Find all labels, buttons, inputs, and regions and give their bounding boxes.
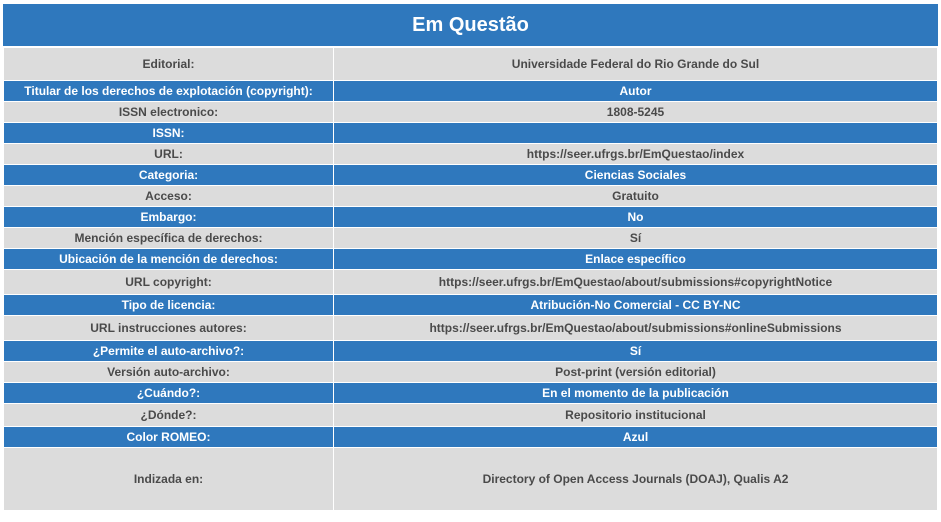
row-label: Ubicación de la mención de derechos: (3, 248, 334, 270)
row-label: Categoria: (3, 164, 334, 186)
row-label: Indizada en: (3, 447, 334, 511)
journal-info-panel: Em Questão Editorial: Universidade Feder… (3, 4, 938, 511)
row-value: https://seer.ufrgs.br/EmQuestao/about/su… (333, 315, 938, 341)
row-value: Repositorio institucional (333, 403, 938, 427)
row-value: https://seer.ufrgs.br/EmQuestao/about/su… (333, 269, 938, 295)
row-label: ISSN electronico: (3, 101, 334, 123)
row-label: Acceso: (3, 185, 334, 207)
row-label: ¿Cuándo?: (3, 382, 334, 404)
table-row: ¿Dónde?: Repositorio institucional (3, 403, 938, 427)
row-value: Azul (333, 426, 938, 448)
row-label: ¿Permite el auto-archivo?: (3, 340, 334, 362)
table-row: URL copyright: https://seer.ufrgs.br/EmQ… (3, 269, 938, 295)
table-row: URL instrucciones autores: https://seer.… (3, 315, 938, 341)
row-value: En el momento de la publicación (333, 382, 938, 404)
row-label: URL instrucciones autores: (3, 315, 334, 341)
row-value: Post-print (versión editorial) (333, 361, 938, 383)
row-label: Mención específica de derechos: (3, 227, 334, 249)
table-row: Titular de los derechos de explotación (… (3, 80, 938, 102)
row-value: Sí (333, 340, 938, 362)
row-label: Tipo de licencia: (3, 294, 334, 316)
row-value (333, 122, 938, 144)
journal-title: Em Questão (3, 4, 938, 47)
row-label: Titular de los derechos de explotación (… (3, 80, 334, 102)
journal-info-table: Editorial: Universidade Federal do Rio G… (3, 47, 938, 511)
row-value: Autor (333, 80, 938, 102)
row-value: 1808-5245 (333, 101, 938, 123)
table-row: Categoria: Ciencias Sociales (3, 164, 938, 186)
row-value: Gratuito (333, 185, 938, 207)
row-label: Color ROMEO: (3, 426, 334, 448)
table-row: Versión auto-archivo: Post-print (versió… (3, 361, 938, 383)
row-value: Ciencias Sociales (333, 164, 938, 186)
row-value: No (333, 206, 938, 228)
row-value: Directory of Open Access Journals (DOAJ)… (333, 447, 938, 511)
table-row: Mención específica de derechos: Sí (3, 227, 938, 249)
row-label: URL copyright: (3, 269, 334, 295)
table-row: ISSN electronico: 1808-5245 (3, 101, 938, 123)
table-row: Color ROMEO: Azul (3, 426, 938, 448)
table-row: Embargo: No (3, 206, 938, 228)
row-label: Embargo: (3, 206, 334, 228)
table-row: Indizada en: Directory of Open Access Jo… (3, 447, 938, 511)
row-value: Enlace específico (333, 248, 938, 270)
table-row: Acceso: Gratuito (3, 185, 938, 207)
row-label: URL: (3, 143, 334, 165)
table-row: Editorial: Universidade Federal do Rio G… (3, 47, 938, 81)
row-label: Editorial: (3, 47, 334, 81)
table-row: ISSN: (3, 122, 938, 144)
table-row: Tipo de licencia: Atribución-No Comercia… (3, 294, 938, 316)
table-row: ¿Cuándo?: En el momento de la publicació… (3, 382, 938, 404)
row-value: Atribución-No Comercial - CC BY-NC (333, 294, 938, 316)
row-value: Universidade Federal do Rio Grande do Su… (333, 47, 938, 81)
row-value: Sí (333, 227, 938, 249)
row-value: https://seer.ufrgs.br/EmQuestao/index (333, 143, 938, 165)
table-row: ¿Permite el auto-archivo?: Sí (3, 340, 938, 362)
table-row: Ubicación de la mención de derechos: Enl… (3, 248, 938, 270)
row-label: Versión auto-archivo: (3, 361, 334, 383)
row-label: ¿Dónde?: (3, 403, 334, 427)
row-label: ISSN: (3, 122, 334, 144)
table-row: URL: https://seer.ufrgs.br/EmQuestao/ind… (3, 143, 938, 165)
